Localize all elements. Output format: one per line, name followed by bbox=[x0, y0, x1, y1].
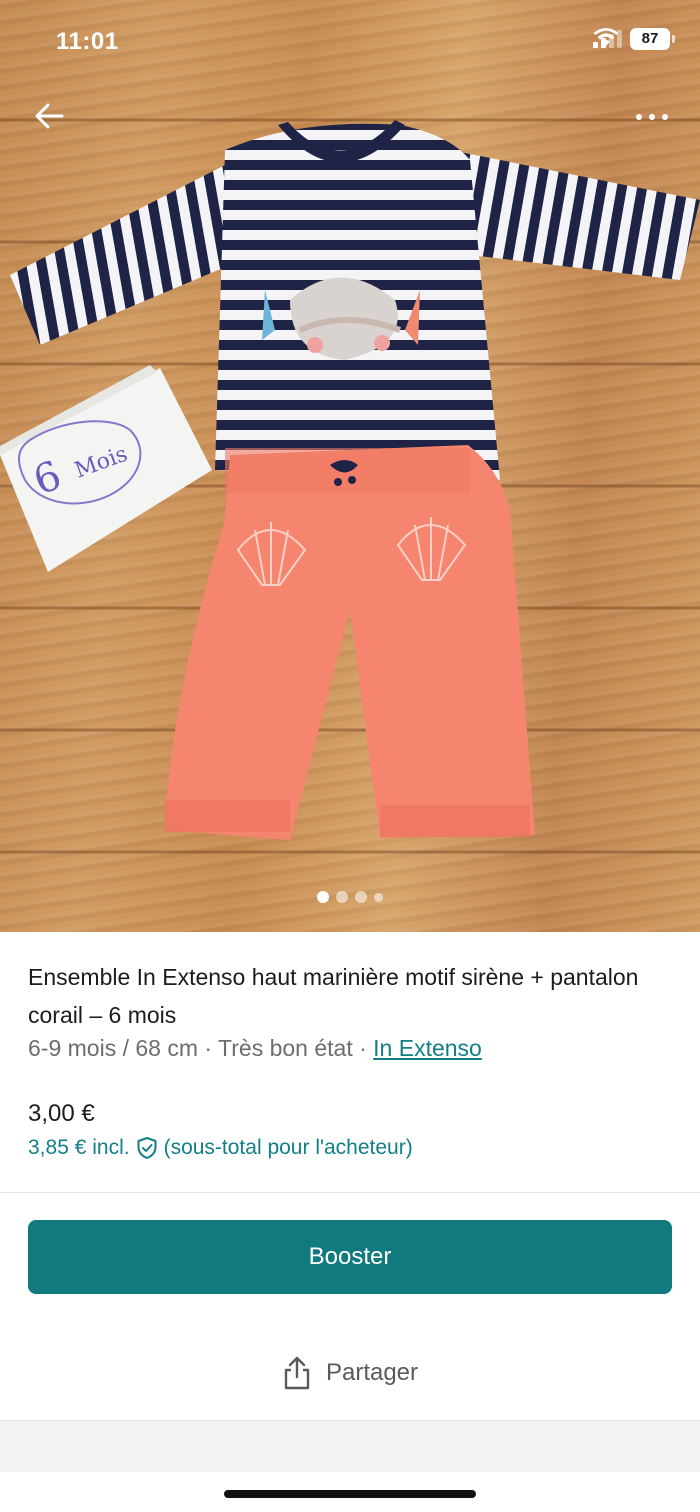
page-dot[interactable] bbox=[336, 891, 348, 903]
more-dot bbox=[662, 114, 668, 120]
arrow-left-icon bbox=[35, 103, 64, 129]
more-dot bbox=[649, 114, 655, 120]
item-condition: Très bon état bbox=[218, 1035, 353, 1061]
listing-meta: 6-9 mois / 68 cm · Très bon état · In Ex… bbox=[28, 1035, 482, 1062]
shield-check-icon bbox=[137, 1137, 157, 1159]
size-note: 6 Mois bbox=[0, 365, 212, 572]
price-incl-note: (sous-total pour l'acheteur) bbox=[163, 1136, 413, 1159]
buyer-price-info[interactable]: 3,85 € incl. (sous-total pour l'acheteur… bbox=[28, 1136, 413, 1160]
page-dot-active[interactable] bbox=[317, 891, 329, 903]
wifi-icon bbox=[593, 28, 619, 46]
bottom-band bbox=[0, 1420, 700, 1472]
more-dot bbox=[636, 114, 642, 120]
meta-separator: · bbox=[359, 1035, 367, 1061]
page-dot[interactable] bbox=[374, 892, 383, 902]
share-icon bbox=[284, 1356, 310, 1390]
home-indicator[interactable] bbox=[224, 1490, 476, 1498]
meta-separator: · bbox=[204, 1035, 213, 1061]
booster-button[interactable]: Booster bbox=[28, 1220, 672, 1294]
share-label: Partager bbox=[325, 1359, 419, 1386]
photo-pagination[interactable] bbox=[0, 891, 700, 903]
item-size: 6-9 mois / 68 cm bbox=[28, 1035, 198, 1061]
battery-icon: 87 bbox=[630, 28, 675, 50]
item-price: 3,00 € bbox=[28, 1100, 95, 1127]
divider bbox=[0, 1192, 700, 1193]
listing-title: Ensemble In Extenso haut marinière motif… bbox=[28, 964, 639, 1028]
price-incl: 3,85 € incl. bbox=[28, 1136, 130, 1159]
brand-link[interactable]: In Extenso bbox=[373, 1035, 482, 1061]
photo-illustration: 6 Mois bbox=[0, 120, 700, 840]
item-photo[interactable]: 6 Mois 11:01 87 bbox=[0, 0, 700, 932]
back-button[interactable] bbox=[30, 96, 70, 136]
share-button[interactable]: Partager bbox=[0, 1348, 700, 1398]
status-time: 11:01 bbox=[56, 28, 119, 55]
status-icons: 87 bbox=[593, 28, 675, 50]
page-dot[interactable] bbox=[355, 891, 367, 903]
more-options-button[interactable] bbox=[632, 106, 672, 128]
